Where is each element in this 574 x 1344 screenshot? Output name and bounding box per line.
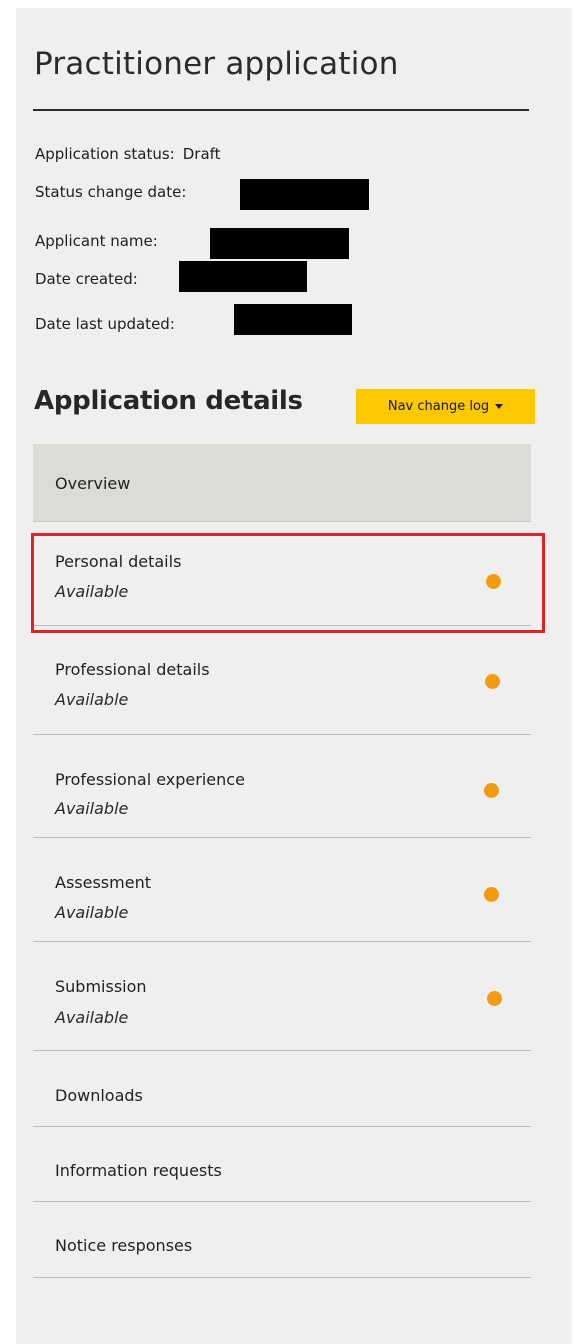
applicant-name-row: Applicant name:	[35, 232, 158, 250]
status-dot-icon	[484, 783, 499, 798]
nav-change-log-label: Nav change log	[387, 399, 490, 414]
nav-item-notice-responses-label: Notice responses	[55, 1236, 193, 1255]
nav-item-status: Available	[55, 582, 129, 601]
date-created-redacted	[179, 261, 307, 292]
nav-item-status: Available	[55, 1008, 129, 1027]
status-change-date-label: Status change date:	[35, 183, 187, 201]
status-dot-icon	[487, 991, 502, 1006]
nav-item-downloads[interactable]: Downloads	[33, 1051, 531, 1127]
caret-down-icon	[495, 404, 504, 409]
status-change-date-row: Status change date:	[35, 183, 186, 201]
status-change-date-redacted	[240, 179, 369, 210]
date-created-label: Date created:	[35, 270, 138, 288]
nav-item-notice-responses[interactable]: Notice responses	[33, 1202, 531, 1278]
nav-item-overview-label: Overview	[55, 474, 131, 493]
nav-item-assessment[interactable]: Assessment Available	[33, 838, 531, 942]
page-title: Practitioner application	[34, 46, 399, 82]
nav-item-personal-details[interactable]: Personal details Available	[33, 522, 531, 626]
nav-item-label: Submission	[55, 977, 147, 996]
nav-item-professional-details[interactable]: Professional details Available	[33, 626, 531, 735]
applicant-name-label: Applicant name:	[35, 232, 158, 250]
title-divider	[33, 109, 529, 111]
nav-item-professional-experience[interactable]: Professional experience Available	[33, 735, 531, 838]
date-last-updated-redacted	[234, 304, 352, 335]
nav-item-status: Available	[55, 690, 129, 709]
nav-item-overview[interactable]: Overview	[33, 444, 531, 522]
nav-item-submission[interactable]: Submission Available	[33, 942, 531, 1051]
nav-item-status: Available	[55, 903, 129, 922]
status-dot-icon	[485, 674, 500, 689]
application-status-value: Draft	[182, 145, 221, 163]
application-sidebar-panel: Practitioner application Application sta…	[16, 8, 572, 1344]
application-status-label: Application status:	[35, 145, 175, 163]
application-details-heading: Application details	[34, 386, 303, 416]
nav-item-downloads-label: Downloads	[55, 1086, 143, 1105]
status-dot-icon	[486, 574, 501, 589]
nav-change-log-button[interactable]: Nav change log	[356, 389, 535, 424]
nav-item-information-requests[interactable]: Information requests	[33, 1127, 531, 1202]
status-dot-icon	[484, 887, 499, 902]
nav-item-label: Professional details	[55, 660, 210, 679]
nav-item-status: Available	[55, 799, 129, 818]
date-last-updated-label: Date last updated:	[35, 315, 175, 333]
application-status-row: Application status: Draft	[35, 145, 221, 163]
nav-item-label: Professional experience	[55, 770, 245, 789]
nav-item-information-requests-label: Information requests	[55, 1161, 222, 1180]
nav-item-label: Personal details	[55, 552, 182, 571]
applicant-name-redacted	[210, 228, 349, 259]
date-created-row: Date created:	[35, 270, 138, 288]
nav-item-label: Assessment	[55, 873, 151, 892]
date-last-updated-row: Date last updated:	[35, 315, 175, 333]
